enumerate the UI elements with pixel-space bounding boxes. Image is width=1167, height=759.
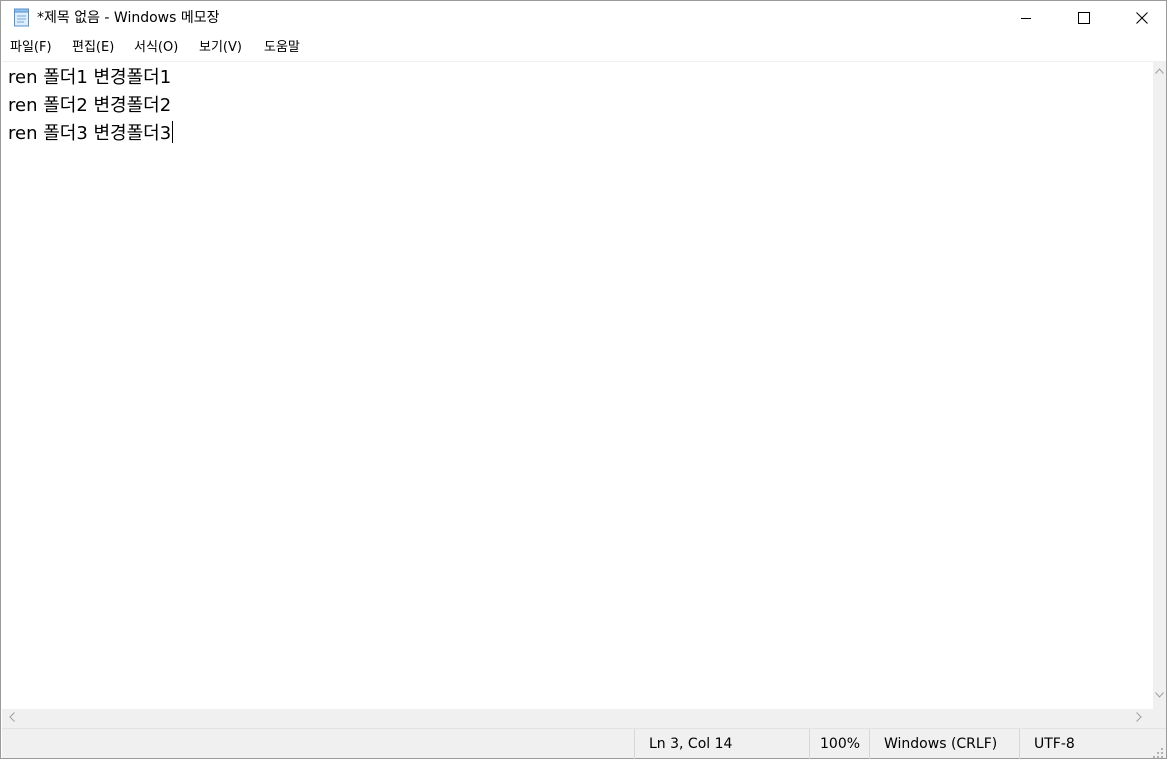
menu-bar: 파일(F) 편집(E) 서식(O) 보기(V) 도움말 [1,35,1166,61]
status-encoding: UTF-8 [1019,729,1165,759]
menu-view[interactable]: 보기(V) [199,39,242,57]
vertical-scrollbar[interactable] [1153,61,1166,709]
minimize-icon [1020,12,1032,24]
chevron-left-icon[interactable] [9,712,15,725]
text-caret [172,121,174,143]
maximize-button[interactable] [1055,1,1113,35]
minimize-button[interactable] [997,1,1055,35]
text-line[interactable]: ren 폴더1 변경폴더1 [8,64,171,92]
resize-grip-icon[interactable] [1152,744,1164,758]
maximize-icon [1078,12,1090,24]
text-line[interactable]: ren 폴더3 변경폴더3 [8,120,174,148]
status-cursor-position: Ln 3, Col 14 [634,729,809,759]
text-line-content: ren 폴더3 변경폴더3 [8,123,172,144]
text-line[interactable]: ren 폴더2 변경폴더2 [8,92,171,120]
window-title: *제목 없음 - Windows 메모장 [37,10,220,26]
chevron-right-icon[interactable] [1136,712,1142,725]
chevron-down-icon[interactable] [1155,689,1164,701]
status-line-ending: Windows (CRLF) [869,729,1019,759]
text-line-content: ren 폴더2 변경폴더2 [8,95,172,116]
title-bar[interactable]: *제목 없음 - Windows 메모장 [1,1,1166,35]
scrollbar-corner [1153,709,1166,728]
menu-help[interactable]: 도움말 [264,39,300,57]
menu-file[interactable]: 파일(F) [10,39,52,57]
status-zoom: 100% [809,729,869,759]
horizontal-scrollbar[interactable] [2,709,1153,728]
menu-format[interactable]: 서식(O) [134,39,178,57]
close-icon [1136,12,1148,24]
text-editor[interactable]: ren 폴더1 변경폴더1 ren 폴더2 변경폴더2 ren 폴더3 변경폴더… [2,61,1153,709]
close-button[interactable] [1113,1,1167,35]
status-bar: Ln 3, Col 14 100% Windows (CRLF) UTF-8 [2,728,1166,759]
notepad-window: *제목 없음 - Windows 메모장 파일(F) 편집(E) 서식(O) 보… [0,0,1167,759]
notepad-icon [13,8,31,27]
menu-edit[interactable]: 편집(E) [72,39,114,57]
chevron-up-icon[interactable] [1155,65,1164,77]
text-line-content: ren 폴더1 변경폴더1 [8,67,172,88]
